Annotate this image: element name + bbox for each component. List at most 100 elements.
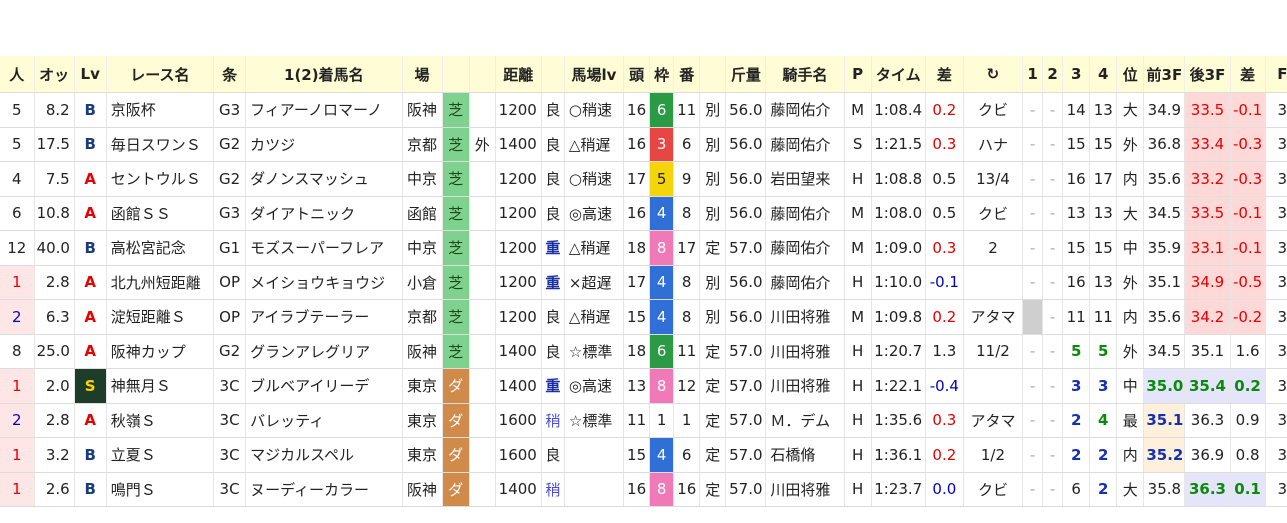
column-header[interactable]: 位 (1116, 56, 1145, 93)
position-cell: 大 (1116, 92, 1145, 128)
table-row[interactable]: 12 40.0 B 高松宮記念 G1 モズスーパーフレア 中京芝 1200 重 △稍遅 18 8 17 定… (0, 230, 1287, 266)
column-header[interactable]: タイム (871, 56, 926, 93)
column-header[interactable]: 場 (402, 56, 443, 93)
time-cell: 1:20.7 (871, 334, 926, 369)
column-header[interactable]: 番 (673, 56, 701, 93)
column-header[interactable]: 差 (1230, 56, 1266, 93)
table-row[interactable]: 8 25.0 A 阪神カップ G2 グランアレグリア 阪神芝 1400 良 ☆標準 18 6 11 定 57… (0, 334, 1287, 369)
table-row[interactable]: 2 2.8 A 秋嶺Ｓ 3C バレッティ 東京ダ 1600 稍 ☆標準 11 1 1 定 57.0 Ｍ．デム H… (0, 403, 1287, 438)
race-name-cell[interactable]: 京阪杯 (106, 92, 215, 128)
corner-4-cell: 3 (1089, 368, 1118, 404)
race-name-cell[interactable]: 毎日スワンＳ (106, 127, 215, 162)
race-name-cell[interactable]: 神無月Ｓ (106, 368, 215, 404)
course-side-cell (469, 403, 496, 438)
corner-2-cell: - (1042, 230, 1064, 266)
race-name-cell[interactable]: 函館ＳＳ (106, 196, 215, 231)
horse-name-cell[interactable]: ヌーディーカラー (245, 472, 403, 507)
race-name-cell[interactable]: 鳴門Ｓ (106, 472, 215, 507)
weight-cell: 56.0 (725, 161, 767, 197)
table-row[interactable]: 2 6.3 A 淀短距離Ｓ OP アイラブテーラー 京都芝 1200 良 △稍遅 15 4 8 別 56.0… (0, 299, 1287, 335)
horse-name-cell[interactable]: カツジ (245, 127, 403, 162)
column-header[interactable]: 騎手名 (765, 56, 845, 93)
venue-cell: 京都 (402, 299, 443, 335)
horse-name-cell[interactable]: グランアレグリア (245, 334, 403, 369)
going-cell: 稍 (541, 472, 565, 507)
column-header[interactable]: P (844, 56, 872, 93)
track-level-cell (564, 472, 625, 507)
column-header[interactable]: 差 (925, 56, 964, 93)
race-name-cell[interactable]: セントウルＳ (106, 161, 215, 197)
field-size-cell: 13 (623, 368, 651, 404)
column-header[interactable] (469, 56, 496, 93)
distance-cell: 1200 (495, 230, 542, 266)
column-header[interactable] (699, 56, 727, 93)
corner-1-cell: - (1022, 472, 1044, 507)
horse-name-cell[interactable]: マジカルスペル (245, 437, 403, 473)
column-header[interactable]: 枠 (649, 56, 675, 93)
horse-name-cell[interactable]: アイラブテーラー (245, 299, 403, 335)
table-row[interactable]: 5 8.2 B 京阪杯 G3 フィアーノロマーノ 阪神芝 1200 良 ○稍速 16 6 11 別 56.0… (0, 92, 1287, 128)
horse-number-cell: 16 (673, 472, 701, 507)
column-header[interactable]: 4 (1089, 56, 1118, 93)
first-3f-cell: 35.2 (1143, 437, 1186, 473)
race-name-cell[interactable]: 秋嶺Ｓ (106, 403, 215, 438)
column-header[interactable]: 後3F (1184, 56, 1231, 93)
column-header[interactable]: 前3F (1143, 56, 1186, 93)
jockey-cell: 川田将雅 (765, 334, 845, 369)
column-header[interactable]: 条 (213, 56, 247, 93)
column-header[interactable]: 1 (1022, 56, 1044, 93)
column-header[interactable] (442, 56, 470, 93)
table-row[interactable]: 1 2.8 A 北九州短距離 OP メイショウキョウジ 小倉芝 1200 重 ×超遅 17 4 8 別 56… (0, 265, 1287, 300)
column-header[interactable]: 馬場lv (564, 56, 625, 93)
horse-name-cell[interactable]: ダノンスマッシュ (245, 161, 403, 197)
going-cell: 重 (541, 230, 565, 266)
frame-cell: 8 (649, 230, 675, 266)
race-name-cell[interactable]: 阪神カップ (106, 334, 215, 369)
table-row[interactable]: 1 2.6 B 鳴門Ｓ 3C ヌーディーカラー 阪神ダ 1400 稍 16 8 16 定 57.0 川田将雅… (0, 472, 1287, 507)
race-name-cell[interactable]: 立夏Ｓ (106, 437, 215, 473)
table-row[interactable]: 5 17.5 B 毎日スワンＳ G2 カツジ 京都芝外 1400 良 △稍遅 16 3 6 別 56.0 藤岡… (0, 127, 1287, 162)
column-header[interactable]: ↻ (963, 56, 1024, 93)
horse-name-cell[interactable]: フィアーノロマーノ (245, 92, 403, 128)
column-header[interactable]: オッ (34, 56, 75, 93)
column-header[interactable]: 頭 (623, 56, 651, 93)
course-side-cell (469, 472, 496, 507)
horse-name-cell[interactable]: ダイアトニック (245, 196, 403, 231)
column-header[interactable]: 人 (0, 56, 35, 93)
column-header[interactable]: 1(2)着馬名 (245, 56, 403, 93)
column-header[interactable]: 距離 (495, 56, 542, 93)
venue-cell: 東京 (402, 403, 443, 438)
horse-name-cell[interactable]: メイショウキョウジ (245, 265, 403, 300)
column-header[interactable]: 3 (1062, 56, 1091, 93)
popularity-cell: 1 (0, 437, 35, 473)
time-cell: 1:22.1 (871, 368, 926, 404)
first-3f-cell: 34.5 (1143, 334, 1186, 369)
table-row[interactable]: 1 3.2 B 立夏Ｓ 3C マジカルスペル 東京ダ 1600 良 15 4 6 定 57.0 石橋脩 H 1:… (0, 437, 1287, 473)
venue-cell: 中京 (402, 230, 443, 266)
column-header[interactable]: 斤量 (725, 56, 767, 93)
column-header[interactable]: 2 (1042, 56, 1064, 93)
race-name-cell[interactable]: 北九州短距離 (106, 265, 215, 300)
position-cell: 最 (1116, 403, 1145, 438)
horse-number-cell: 1 (673, 403, 701, 438)
margin-cell: 0.0 (925, 472, 964, 507)
field-size-cell: 17 (623, 265, 651, 300)
sex-cell: 定 (699, 368, 727, 404)
level-cell: A (74, 334, 107, 369)
column-header[interactable]: Lv (74, 56, 107, 93)
race-name-cell[interactable]: 淀短距離Ｓ (106, 299, 215, 335)
odds-cell: 2.0 (34, 368, 75, 404)
column-header[interactable] (541, 56, 565, 93)
table-row[interactable]: 4 7.5 A セントウルＳ G2 ダノンスマッシュ 中京芝 1200 良 ○稍速 17 5 9 別 56.… (0, 161, 1287, 197)
race-name-cell[interactable]: 高松宮記念 (106, 230, 215, 266)
course-side-cell (469, 265, 496, 300)
table-row[interactable]: 1 2.0 S 神無月Ｓ 3C ブルベアイリーデ 東京ダ 1400 重 ◎高速 13 8 12 定 57.0… (0, 368, 1287, 404)
column-header[interactable]: レース名 (106, 56, 215, 93)
horse-name-cell[interactable]: ブルベアイリーデ (245, 368, 403, 404)
horse-name-cell[interactable]: バレッティ (245, 403, 403, 438)
track-level-cell: △稍遅 (564, 127, 625, 162)
horse-name-cell[interactable]: モズスーパーフレア (245, 230, 403, 266)
table-row[interactable]: 6 10.8 A 函館ＳＳ G3 ダイアトニック 函館芝 1200 良 ◎高速 16 4 8 別 56.0 藤… (0, 196, 1287, 231)
horse-number-cell: 8 (673, 196, 701, 231)
column-header[interactable]: F (1265, 56, 1287, 93)
